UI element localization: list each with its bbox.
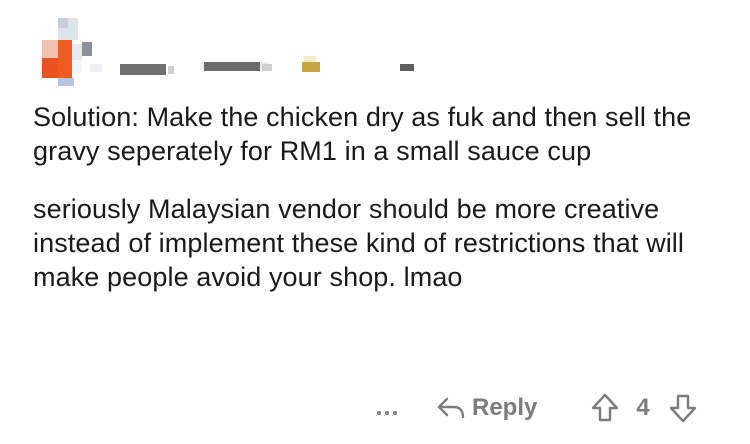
comment: Solution: Make the chicken dry as fuk an… <box>0 0 750 444</box>
metadata-redacted <box>262 64 272 71</box>
more-options-button[interactable] <box>372 394 406 422</box>
vote-count: 4 <box>636 394 650 421</box>
metadata-redacted <box>400 64 414 71</box>
reply-label: Reply <box>472 394 538 421</box>
more-icon <box>377 411 397 415</box>
upvote-icon <box>591 393 619 422</box>
metadata-redacted <box>204 62 260 71</box>
comment-body: Solution: Make the chicken dry as fuk an… <box>33 100 733 318</box>
comment-actions: Reply 4 <box>0 388 750 428</box>
username-redacted <box>120 64 166 75</box>
downvote-button[interactable] <box>668 392 698 424</box>
comment-paragraph: Solution: Make the chicken dry as fuk an… <box>33 102 692 166</box>
avatar[interactable] <box>36 18 102 86</box>
downvote-icon <box>669 394 697 423</box>
reply-icon <box>437 397 465 419</box>
flair-redacted <box>302 62 320 72</box>
comment-header <box>36 18 456 88</box>
username-redacted <box>168 66 174 74</box>
comment-paragraph: seriously Malaysian vendor should be mor… <box>33 194 684 292</box>
upvote-button[interactable] <box>590 392 620 424</box>
reply-button[interactable]: Reply <box>436 390 537 426</box>
